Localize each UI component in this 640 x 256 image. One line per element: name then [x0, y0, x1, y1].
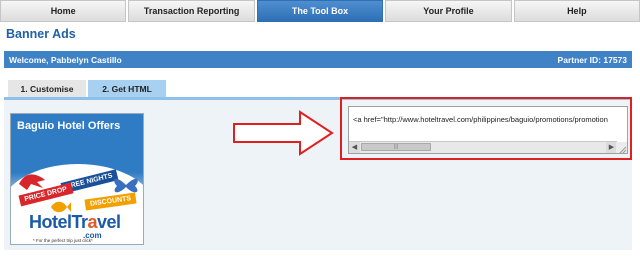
dragon-icon: [19, 174, 45, 190]
scroll-thumb[interactable]: |||: [361, 143, 431, 151]
nav-tab-transaction-reporting[interactable]: Transaction Reporting: [128, 0, 255, 22]
nav-tab-home[interactable]: Home: [0, 0, 127, 22]
tab-customise[interactable]: 1. Customise: [8, 80, 86, 97]
main-navigation: Home Transaction Reporting The Tool Box …: [0, 0, 640, 22]
html-code-text: <a href="http://www.hoteltravel.com/phil…: [353, 115, 608, 124]
partner-id: Partner ID: 17573: [557, 54, 627, 65]
nav-tab-your-profile[interactable]: Your Profile: [385, 0, 512, 22]
arrow-right-icon: [233, 110, 334, 156]
nav-tab-help[interactable]: Help: [513, 0, 640, 22]
scroll-left-icon[interactable]: ◀: [349, 142, 360, 153]
horizontal-scrollbar[interactable]: ◀ ||| ▶: [349, 141, 617, 153]
logo-main-text: HotelTr: [29, 212, 88, 232]
page-title: Banner Ads: [6, 27, 76, 41]
tab-get-html[interactable]: 2. Get HTML: [88, 80, 166, 97]
welcome-bar: Welcome, Pabbelyn Castillo Partner ID: 1…: [4, 51, 632, 68]
html-code-textarea[interactable]: <a href="http://www.hoteltravel.com/phil…: [348, 106, 628, 154]
banner-ad-preview[interactable]: Baguio Hotel Offers FREE NIGHTS PRICE DR…: [10, 113, 144, 245]
banner-tagline: * For the perfect trip just click*: [33, 238, 93, 243]
hoteltravel-logo: HotelTravel: [29, 212, 121, 233]
resize-grip-icon[interactable]: [616, 142, 627, 153]
butterfly-icon: [114, 178, 138, 193]
banner-title: Baguio Hotel Offers: [17, 120, 121, 132]
logo-end-text: vel: [97, 212, 121, 232]
welcome-text: Welcome, Pabbelyn Castillo: [9, 54, 122, 65]
logo-accent-text: a: [87, 212, 98, 232]
nav-tab-tool-box[interactable]: The Tool Box: [256, 0, 384, 22]
